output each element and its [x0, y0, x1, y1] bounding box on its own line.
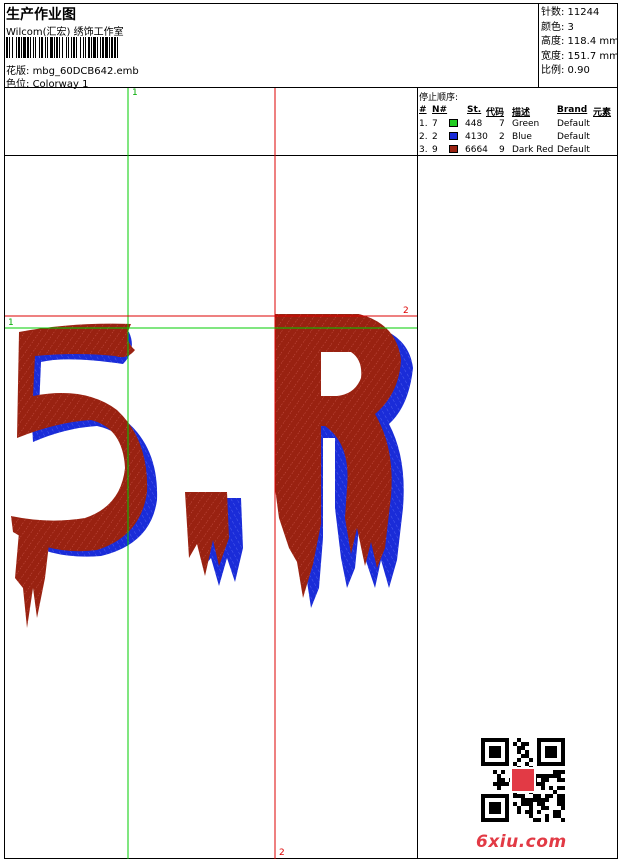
stop-cell-brand: Default [557, 145, 590, 155]
stop-sequence-row: 1. 7 448 7 Green Default [419, 118, 617, 131]
col-element: 元素 [593, 108, 612, 118]
stop-cell-brand: Default [557, 132, 590, 142]
stop-cell-desc: Dark Red [512, 145, 554, 155]
col-needle: N# [432, 105, 448, 115]
guide-v2-label: 2 [279, 848, 285, 858]
header-divider [538, 3, 539, 87]
qr-code-graphic [481, 738, 565, 822]
company-name: Wilcom(汇宏) 绣饰工作室 [6, 27, 124, 38]
stat-scale: 比例: 0.90 [541, 65, 590, 76]
col-num: # [419, 105, 427, 115]
stop-cell-desc: Blue [512, 132, 532, 142]
stop-cell-brand: Default [557, 119, 590, 129]
design-canvas: 1 2 1 2 [5, 88, 417, 859]
stop-cell-code: 2 [499, 132, 505, 142]
color-swatch [449, 145, 458, 153]
stat-colors: 颜色: 3 [541, 21, 574, 33]
stop-cell-desc: Green [512, 119, 540, 129]
qr-logo-stamp [510, 767, 536, 793]
qr-code [481, 738, 565, 822]
stop-sequence-header: # N# St. 代码 描述 Brand 元素 [419, 105, 617, 118]
stop-cell-stitches: 6664 [465, 145, 488, 155]
guide-h1-label: 1 [8, 318, 14, 328]
stats-block: 针数: 11244 颜色: 3 高度: 118.4 mm 宽度: 151.7 m… [541, 6, 619, 79]
stop-cell-num: 2. [419, 132, 428, 142]
stat-height: 高度: 118.4 mm [541, 36, 619, 47]
stop-cell-stitches: 4130 [465, 132, 488, 142]
stop-cell-num: 3. [419, 145, 428, 155]
stop-cell-code: 9 [499, 145, 505, 155]
stop-cell-needle: 2 [432, 132, 438, 142]
stop-sequence-row: 2. 2 4130 2 Blue Default [419, 131, 617, 144]
sheet-title: 生产作业图 [6, 7, 76, 23]
barcode [6, 37, 119, 58]
col-stitches: St. [467, 105, 482, 115]
stop-cell-needle: 9 [432, 145, 438, 155]
color-swatch [449, 119, 458, 127]
col-brand: Brand [557, 105, 588, 115]
stop-cell-needle: 7 [432, 119, 438, 129]
guide-h2-label: 2 [403, 306, 409, 316]
col-desc: 描述 [512, 108, 531, 118]
color-swatch [449, 132, 458, 140]
five-drips [15, 532, 49, 628]
stat-width: 宽度: 151.7 mm [541, 50, 619, 62]
stop-cell-stitches: 448 [465, 119, 483, 129]
stop-sequence-panel: 停止顺序: # N# St. 代码 描述 Brand 元素 1. 7 448 7 Gre… [419, 90, 617, 157]
panel-divider [417, 88, 418, 859]
stop-cell-code: 7 [499, 119, 505, 129]
site-watermark: 6xiu.com [476, 832, 567, 852]
stop-sequence-title: 停止顺序: [419, 93, 459, 103]
embroidery-preview [5, 88, 417, 859]
col-code: 代码 [486, 108, 505, 118]
guide-v1-label: 1 [132, 88, 138, 98]
stat-stitches: 针数: 11244 [541, 7, 600, 18]
stop-cell-num: 1. [419, 119, 428, 129]
